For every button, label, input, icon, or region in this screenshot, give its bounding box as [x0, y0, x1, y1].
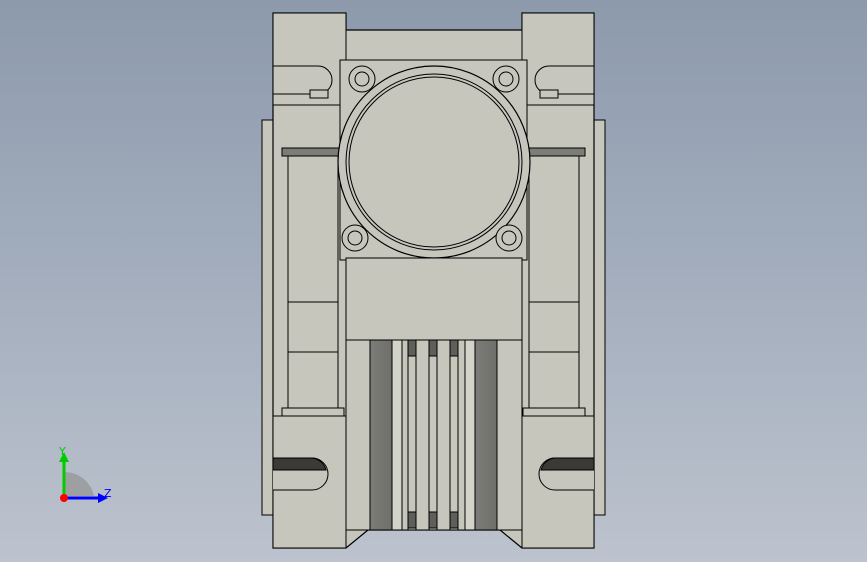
y-axis-label: Y	[58, 445, 66, 458]
top-right-mount-ear	[521, 12, 595, 106]
z-axis-label: Z	[104, 487, 112, 500]
bottom-left-mount-ear	[272, 415, 347, 549]
bottom-right-mount-ear	[521, 415, 595, 549]
reducer-housing-model[interactable]	[0, 0, 867, 562]
coordinate-triad[interactable]: Y Z	[40, 436, 130, 516]
right-column	[522, 147, 586, 417]
x-axis-dot-icon	[60, 494, 68, 502]
center-slot-region	[345, 339, 523, 531]
bolt-hole-top-left	[348, 65, 376, 93]
graphics-viewport[interactable]: Y Z	[0, 0, 867, 562]
top-left-mount-ear	[272, 12, 347, 106]
bolt-hole-bottom-left	[341, 224, 369, 252]
x-plane-icon	[64, 471, 94, 496]
left-column	[281, 147, 345, 417]
center-block	[345, 257, 523, 341]
bolt-hole-top-right	[492, 65, 520, 93]
bolt-hole-bottom-right	[495, 224, 523, 252]
